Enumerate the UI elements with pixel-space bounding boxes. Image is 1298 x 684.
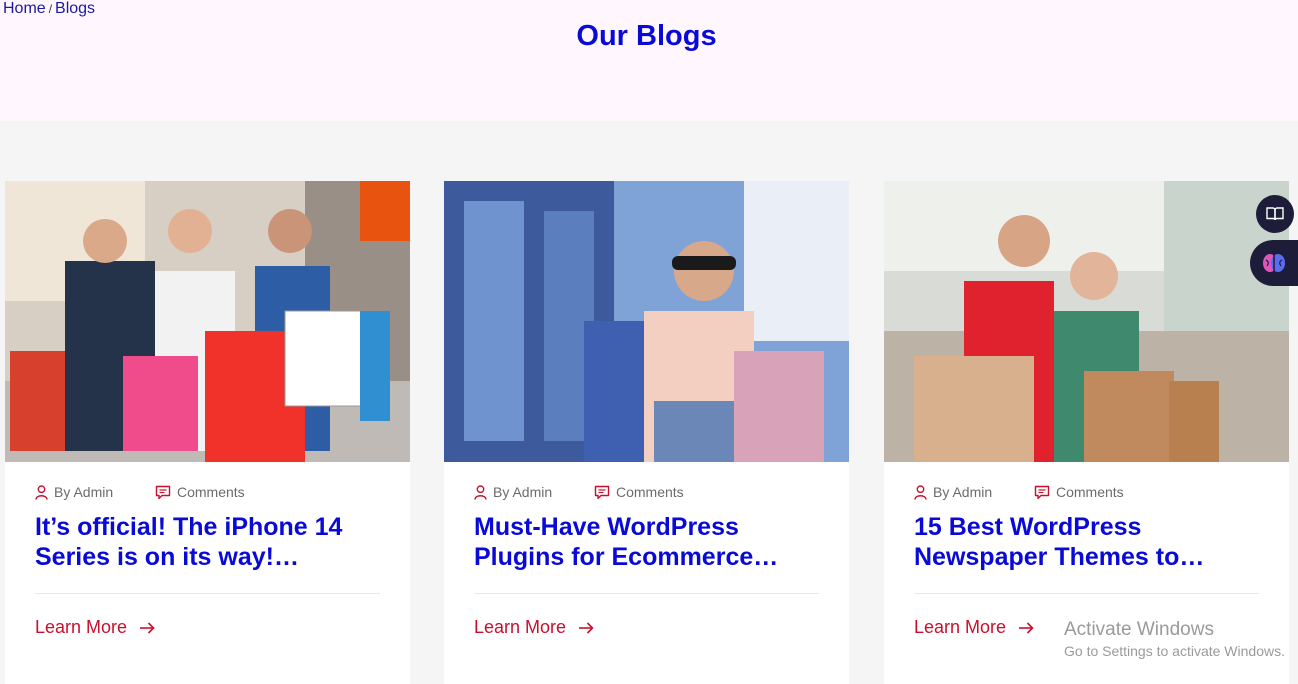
breadcrumb-current[interactable]: Blogs bbox=[55, 0, 95, 17]
author-label[interactable]: By Admin bbox=[493, 484, 552, 500]
breadcrumb-home-link[interactable]: Home bbox=[3, 0, 46, 17]
blog-card: By Admin Comments It’s official! The iPh… bbox=[5, 181, 410, 684]
windows-activation-watermark: Activate Windows Go to Settings to activ… bbox=[1064, 619, 1285, 661]
learn-more-link[interactable]: Learn More bbox=[35, 617, 155, 638]
learn-more-link[interactable]: Learn More bbox=[914, 617, 1034, 638]
watermark-line-1: Activate Windows bbox=[1064, 619, 1214, 640]
blog-card: By Admin Comments Must-Have WordPress Pl… bbox=[444, 181, 849, 684]
post-title[interactable]: 15 Best WordPress Newspaper Themes to… bbox=[914, 512, 1259, 572]
brain-icon bbox=[1263, 254, 1285, 272]
learn-more-label: Learn More bbox=[35, 617, 128, 637]
author-meta: By Admin bbox=[914, 484, 992, 500]
comment-icon bbox=[594, 485, 610, 499]
blog-image-woman-sunglasses[interactable] bbox=[444, 181, 849, 462]
comments-meta: Comments bbox=[594, 484, 684, 500]
arrow-right-icon bbox=[140, 621, 155, 634]
card-divider bbox=[914, 593, 1259, 594]
book-icon bbox=[1266, 207, 1284, 221]
comments-meta: Comments bbox=[155, 484, 245, 500]
learn-more-label: Learn More bbox=[914, 617, 1007, 637]
user-icon bbox=[914, 484, 927, 500]
breadcrumb-separator: / bbox=[48, 2, 53, 16]
reader-mode-button[interactable] bbox=[1256, 195, 1294, 233]
watermark-line-2: Go to Settings to activate Windows. bbox=[1064, 643, 1285, 659]
user-icon bbox=[35, 484, 48, 500]
comments-meta: Comments bbox=[1034, 484, 1124, 500]
comments-link[interactable]: Comments bbox=[177, 484, 245, 500]
comments-link[interactable]: Comments bbox=[1056, 484, 1124, 500]
blog-image-shopping-women[interactable] bbox=[5, 181, 410, 462]
card-divider bbox=[35, 593, 380, 594]
comments-link[interactable]: Comments bbox=[616, 484, 684, 500]
comment-icon bbox=[1034, 485, 1050, 499]
arrow-right-icon bbox=[1019, 621, 1034, 634]
breadcrumb: Home / Blogs bbox=[3, 0, 95, 18]
card-divider bbox=[474, 593, 819, 594]
page-title: Our Blogs bbox=[576, 20, 717, 52]
page-header: Home / Blogs Our Blogs bbox=[0, 0, 1298, 121]
user-icon bbox=[474, 484, 487, 500]
blog-image-mall-shopping[interactable] bbox=[884, 181, 1289, 462]
blog-card: By Admin Comments 15 Best WordPress News… bbox=[884, 181, 1289, 684]
learn-more-link[interactable]: Learn More bbox=[474, 617, 594, 638]
learn-more-label: Learn More bbox=[474, 617, 567, 637]
author-label[interactable]: By Admin bbox=[933, 484, 992, 500]
post-title[interactable]: Must-Have WordPress Plugins for Ecommerc… bbox=[474, 512, 819, 572]
ai-assistant-button[interactable] bbox=[1250, 240, 1298, 286]
post-title[interactable]: It’s official! The iPhone 14 Series is o… bbox=[35, 512, 380, 572]
author-meta: By Admin bbox=[35, 484, 113, 500]
comment-icon bbox=[155, 485, 171, 499]
author-meta: By Admin bbox=[474, 484, 552, 500]
arrow-right-icon bbox=[579, 621, 594, 634]
author-label[interactable]: By Admin bbox=[54, 484, 113, 500]
